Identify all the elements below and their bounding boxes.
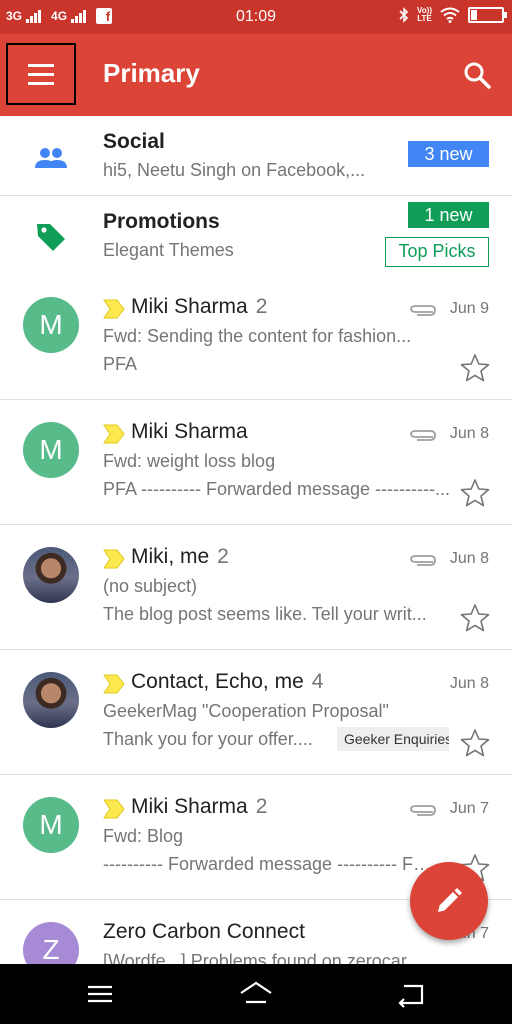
- important-marker-icon[interactable]: [103, 799, 125, 819]
- email-row[interactable]: Contact, Echo, me 4 Jun 8 GeekerMag "Coop…: [0, 650, 512, 775]
- avatar: M: [23, 297, 79, 353]
- pencil-icon: [438, 888, 462, 912]
- email-subject: Fwd: Blog: [103, 826, 184, 846]
- system-nav-bar: [0, 964, 512, 1024]
- category-name: Promotions: [103, 210, 220, 233]
- people-icon: [35, 148, 67, 168]
- sender-name: Miki Sharma: [131, 420, 248, 443]
- star-icon[interactable]: [460, 353, 490, 383]
- email-subject: GeekerMag "Cooperation Proposal": [103, 701, 389, 721]
- home-nav-icon[interactable]: [238, 978, 274, 1010]
- email-date: Jun 8: [449, 425, 489, 442]
- avatar-photo: [23, 547, 79, 603]
- email-subject: (no subject): [103, 576, 198, 596]
- wifi-icon: [440, 7, 460, 23]
- top-picks-tag: Top Picks: [385, 237, 489, 267]
- attachment-icon: [410, 805, 436, 816]
- email-snippet: ---------- Forwarded message ---------- …: [103, 854, 433, 874]
- email-subject: Fwd: Sending the content for fashion...: [103, 326, 412, 346]
- email-snippet: Thank you for your offer....: [103, 729, 313, 749]
- menu-nav-icon[interactable]: [82, 978, 118, 1010]
- avatar: M: [23, 422, 79, 478]
- category-name: Social: [103, 130, 165, 153]
- attachment-icon: [410, 305, 436, 316]
- search-icon[interactable]: [462, 60, 492, 90]
- email-snippet: The blog post seems like. Tell your writ…: [103, 604, 427, 624]
- tag-icon: [37, 224, 65, 251]
- menu-button[interactable]: [6, 43, 76, 105]
- attachment-icon: [410, 430, 436, 441]
- page-title: Primary: [103, 58, 200, 88]
- category-subtitle: hi5, Neetu Singh on Facebook,...: [103, 160, 366, 180]
- bluetooth-icon: [399, 7, 409, 23]
- volte-icon: Vo)) LTE: [417, 6, 432, 23]
- sender-name: Miki Sharma 2: [131, 795, 268, 818]
- email-row[interactable]: Miki, me 2 Jun 8 (no subject) The blog po…: [0, 525, 512, 650]
- sender-name: Contact, Echo, me 4: [131, 670, 324, 693]
- battery-icon: [468, 7, 507, 23]
- email-snippet: PFA ---------- Forwarded message -------…: [103, 479, 450, 499]
- sender-name: Miki, me 2: [131, 545, 229, 568]
- email-date: Jun 9: [449, 300, 489, 317]
- avatar: M: [23, 797, 79, 853]
- email-date: Jun 8: [449, 675, 489, 692]
- email-snippet: PFA: [103, 354, 138, 374]
- new-count-badge: 3 new: [408, 141, 489, 167]
- star-icon[interactable]: [460, 478, 490, 508]
- category-promotions[interactable]: Promotions Elegant Themes 1 new Top Pick…: [0, 196, 512, 276]
- avatar-photo: [23, 672, 79, 728]
- category-social[interactable]: Social hi5, Neetu Singh on Facebook,... …: [0, 116, 512, 196]
- email-row[interactable]: M Miki Sharma Jun 8 Fwd: weight loss blo…: [0, 400, 512, 525]
- sender-name: Zero Carbon Connect: [103, 920, 305, 943]
- email-subject: Fwd: weight loss blog: [103, 451, 276, 471]
- star-icon[interactable]: [460, 728, 490, 758]
- back-nav-icon[interactable]: [394, 978, 430, 1010]
- attachment-icon: [410, 555, 436, 566]
- email-date: Jun 8: [449, 550, 489, 567]
- compose-button[interactable]: [410, 862, 488, 940]
- status-bar: 3G 4G f 01:09 Vo)) LTE: [0, 0, 512, 34]
- important-marker-icon[interactable]: [103, 549, 125, 569]
- hamburger-icon: [28, 63, 54, 67]
- important-marker-icon[interactable]: [103, 674, 125, 694]
- app-bar: Primary: [0, 34, 512, 116]
- star-icon[interactable]: [460, 603, 490, 633]
- category-subtitle: Elegant Themes: [103, 240, 234, 260]
- label-chip: Geeker Enquiries: [337, 727, 449, 751]
- thread-count: 2: [255, 295, 268, 318]
- sender-name: Miki Sharma 2: [131, 295, 268, 318]
- new-count-badge: 1 new: [408, 202, 489, 228]
- email-row[interactable]: M Miki Sharma 2 Jun 9 Fwd: Sending the co…: [0, 275, 512, 400]
- email-date: Jun 7: [449, 800, 489, 817]
- thread-count: 2: [217, 545, 229, 568]
- thread-count: 4: [311, 670, 324, 693]
- important-marker-icon[interactable]: [103, 424, 125, 444]
- thread-count: 2: [255, 795, 268, 818]
- important-marker-icon[interactable]: [103, 299, 125, 319]
